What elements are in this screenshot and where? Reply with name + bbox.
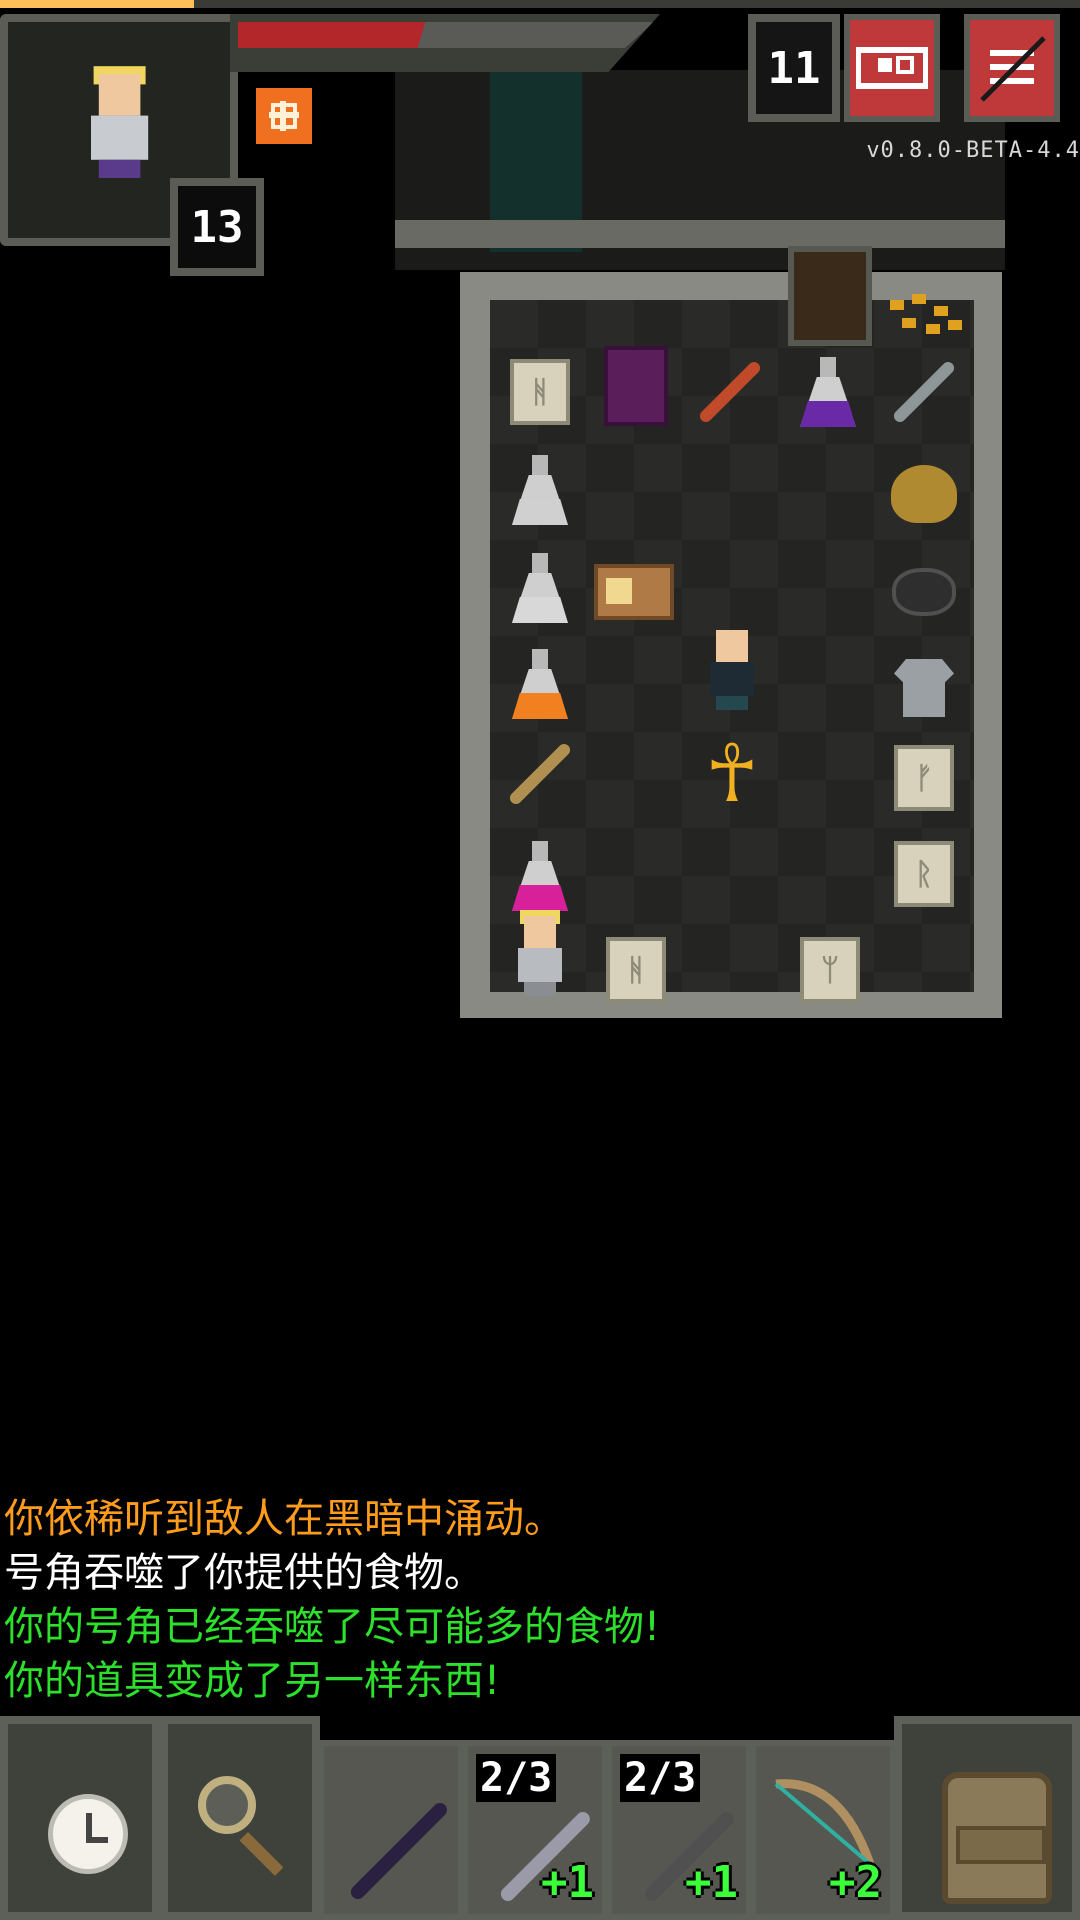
quickslot-4[interactable]: +2 xyxy=(750,1740,896,1920)
quickslot-3[interactable]: 2/3 +1 xyxy=(606,1740,752,1920)
backpack-button[interactable] xyxy=(894,1716,1080,1920)
potion-item[interactable] xyxy=(500,548,580,628)
scroll-item[interactable]: ᚱ xyxy=(884,834,964,914)
log-message: 你依稀听到敌人在黑暗中涌动。 xyxy=(4,1496,564,1542)
log-message: 你的道具变成了另一样东西! xyxy=(4,1658,501,1704)
quickslot-2[interactable]: 2/3 +1 xyxy=(462,1740,608,1920)
upgrade-label: +2 xyxy=(829,1857,882,1908)
log-message: 号角吞噬了你提供的食物。 xyxy=(4,1550,484,1596)
wand-item[interactable] xyxy=(500,734,580,814)
scroll-item[interactable]: ᛘ xyxy=(790,930,870,1010)
depth-indicator: 11 xyxy=(748,14,840,122)
hero-avatar xyxy=(78,66,178,214)
corridor-wall xyxy=(395,220,1005,248)
wand-icon xyxy=(348,1800,450,1902)
hp-bar xyxy=(230,14,660,72)
stone-item[interactable] xyxy=(884,552,964,632)
upgrade-label: +1 xyxy=(541,1857,594,1908)
xp-fill xyxy=(0,0,195,8)
hp-fill xyxy=(238,22,426,48)
message-log: 你依稀听到敌人在黑暗中涌动。 号角吞噬了你提供的食物。 你的号角已经吞噬了尽可能… xyxy=(4,1492,1076,1708)
menu-icon xyxy=(980,36,1046,102)
rune-glyph: ᚻ xyxy=(510,359,570,425)
scroll-item[interactable]: ᚻ xyxy=(500,352,580,432)
scroll-item[interactable]: ᚻ xyxy=(596,930,676,1010)
upgrade-label: +1 xyxy=(685,1857,738,1908)
gold-pile[interactable] xyxy=(882,290,972,346)
backpack-icon xyxy=(942,1772,1052,1904)
spellbook-item[interactable] xyxy=(596,346,676,426)
search-button[interactable] xyxy=(160,1716,320,1920)
quickslot-1[interactable] xyxy=(318,1740,464,1920)
radio-item[interactable] xyxy=(594,552,674,632)
hero-sprite[interactable] xyxy=(500,910,580,996)
potion-item[interactable] xyxy=(500,836,580,916)
journal-button[interactable] xyxy=(844,14,940,122)
charges-label: 2/3 xyxy=(620,1754,701,1802)
menu-button[interactable] xyxy=(964,14,1060,122)
door[interactable] xyxy=(788,246,872,346)
xp-bar xyxy=(0,0,1080,8)
pot-item[interactable] xyxy=(884,454,964,534)
hero-level-badge: 13 xyxy=(170,178,264,276)
log-message: 你的号角已经吞噬了尽可能多的食物! xyxy=(4,1604,661,1650)
ankh-item[interactable]: ☥ xyxy=(692,734,772,814)
potion-item[interactable] xyxy=(500,644,580,724)
journal-icon xyxy=(856,47,928,89)
toolbar: 2/3 +1 2/3 +1 +2 xyxy=(0,1716,1080,1920)
buff-icon[interactable] xyxy=(256,88,312,144)
dart-item[interactable] xyxy=(690,352,770,432)
clock-icon xyxy=(48,1794,128,1874)
hp-track xyxy=(238,22,654,48)
shopkeeper[interactable] xyxy=(692,630,772,710)
armor-item[interactable] xyxy=(884,648,964,728)
charges-label: 2/3 xyxy=(476,1754,557,1802)
scroll-item[interactable]: ᚠ xyxy=(884,738,964,818)
dagger-item[interactable] xyxy=(884,352,964,432)
magnifier-icon xyxy=(198,1776,256,1834)
version-label: v0.8.0-BETA-4.4 xyxy=(866,138,1080,163)
potion-item[interactable] xyxy=(500,450,580,530)
wait-button[interactable] xyxy=(0,1716,160,1920)
potion-item[interactable] xyxy=(788,352,868,432)
